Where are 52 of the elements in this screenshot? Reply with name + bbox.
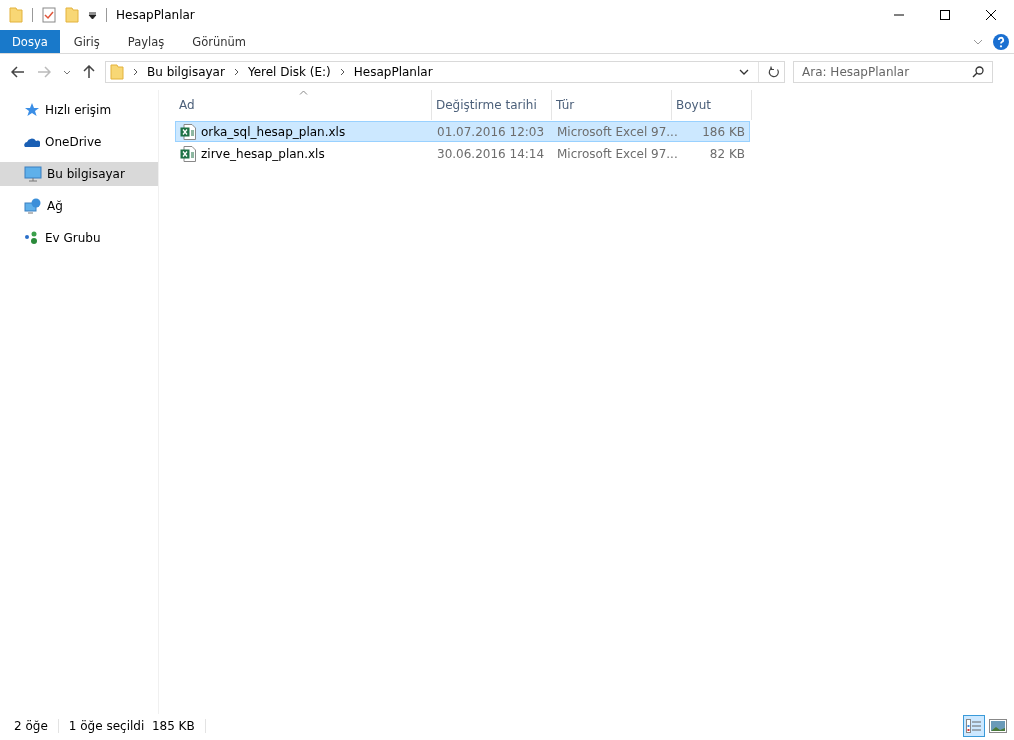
maximize-icon xyxy=(940,10,950,20)
star-icon xyxy=(24,102,40,118)
modified-date: 01.07.2016 12:03 xyxy=(436,123,546,141)
help-icon[interactable] xyxy=(993,33,1009,50)
search-field[interactable]: Ara: HesapPlanlar xyxy=(793,61,993,83)
computer-icon xyxy=(24,166,42,182)
modified-date: 30.06.2016 14:14 xyxy=(436,145,546,163)
spreadsheet-file-icon xyxy=(180,123,196,140)
spreadsheet-file-icon xyxy=(180,145,196,162)
window-title: HesapPlanlar xyxy=(116,8,195,22)
sort-caret-icon xyxy=(299,90,308,95)
dropdown-icon[interactable] xyxy=(88,10,97,20)
checklist-icon[interactable] xyxy=(42,7,56,23)
ribbon-tab[interactable]: Görünüm xyxy=(178,30,261,53)
selection-info: 1 öğe seçildi 185 KB xyxy=(68,719,195,733)
file-row[interactable]: orka_sql_hesap_plan.xls 01.07.2016 12:03 Microsoft Excel 97... 186 KB xyxy=(175,121,750,142)
network-icon xyxy=(24,198,42,214)
breadcrumb[interactable]: Yerel Disk (E:) xyxy=(247,65,331,79)
ribbon-tab[interactable]: Paylaş xyxy=(113,30,179,53)
details-list-icon xyxy=(966,719,982,733)
item-count: 2 öğe xyxy=(14,719,48,733)
file-name: zirve_hesap_plan.xls xyxy=(201,146,325,161)
group-icon xyxy=(24,231,40,245)
details-view-button[interactable] xyxy=(963,715,985,737)
sidebar-item[interactable]: Hızlı erişim xyxy=(0,98,158,122)
file-name: orka_sql_hesap_plan.xls xyxy=(201,124,346,139)
cloud-icon xyxy=(24,136,40,148)
sidebar-item[interactable]: Ağ xyxy=(0,194,158,218)
chevron-down-icon[interactable] xyxy=(739,69,749,75)
refresh-icon[interactable] xyxy=(768,66,780,78)
up-arrow-icon[interactable] xyxy=(83,65,95,79)
breadcrumb[interactable]: Bu bilgisayar xyxy=(147,65,225,79)
column-header[interactable]: Ad xyxy=(175,90,432,120)
column-header[interactable]: Değiştirme tarihi xyxy=(432,90,552,120)
breadcrumb[interactable]: HesapPlanlar xyxy=(353,65,433,79)
close-icon xyxy=(986,10,996,20)
ribbon-tab[interactable]: Dosya xyxy=(0,30,60,53)
sidebar-item[interactable]: Ev Grubu xyxy=(0,226,158,250)
column-header[interactable]: Tür xyxy=(552,90,672,120)
chevron-right-icon[interactable] xyxy=(233,68,239,76)
folder-icon xyxy=(110,64,124,80)
column-header[interactable]: Boyut xyxy=(672,90,752,120)
address-bar[interactable]: Bu bilgisayar Yerel Disk (E:) HesapPlanlar xyxy=(105,61,785,83)
back-arrow-icon[interactable] xyxy=(11,66,25,78)
ribbon-tab[interactable]: Giriş xyxy=(59,30,114,53)
chevron-right-icon[interactable] xyxy=(133,68,138,76)
file-row[interactable]: zirve_hesap_plan.xls 30.06.2016 14:14 Microsoft Excel 97... 82 KB xyxy=(175,143,750,164)
picture-icon xyxy=(989,719,1007,733)
sidebar-item[interactable]: Bu bilgisayar xyxy=(0,162,158,186)
sidebar-item[interactable]: OneDrive xyxy=(0,130,158,154)
chevron-right-icon[interactable] xyxy=(339,68,345,76)
search-icon xyxy=(972,66,984,78)
